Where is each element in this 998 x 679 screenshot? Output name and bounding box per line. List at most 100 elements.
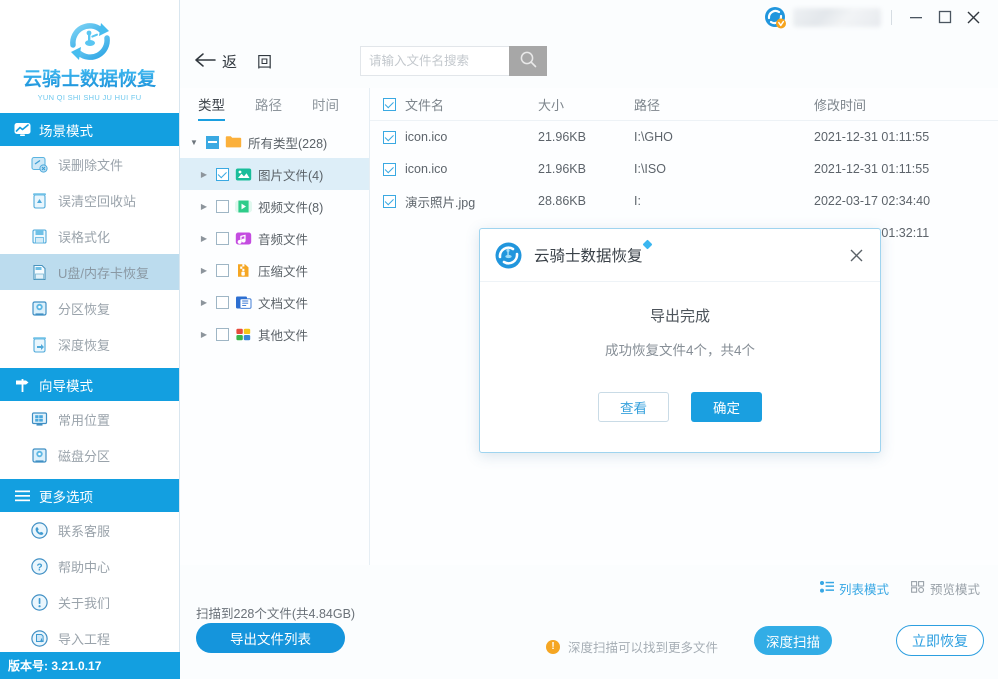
chevron-right-icon[interactable]: ▶ (198, 234, 210, 243)
file-size-cell: 21.96KB (538, 130, 586, 144)
view-mode-switch: 列表模式 预览模式 (819, 579, 980, 598)
column-header-size: 大小 (538, 97, 565, 113)
section-header-more-options[interactable]: 更多选项 (0, 479, 179, 512)
select-all-checkbox[interactable] (383, 97, 396, 111)
sidebar-item-label: 导入工程 (58, 631, 111, 647)
sidebar-item-label: U盘/内存卡恢复 (58, 265, 150, 281)
sidebar-item-partition[interactable]: 分区恢复 (0, 290, 179, 326)
tree-checkbox[interactable] (216, 263, 229, 277)
tree-checkbox[interactable] (206, 135, 219, 149)
list-mode-button[interactable]: 列表模式 (819, 579, 889, 598)
table-row[interactable]: icon.ico 21.96KB I:\GHO 2021-12-31 01:11… (370, 121, 998, 153)
toolbar: 返 回 (180, 34, 998, 88)
recover-now-button[interactable]: 立即恢复 (896, 625, 984, 656)
bottom-bar: 列表模式 预览模式 扫描到228个文件(共4.84GB) 导出文件列表 ! 深度… (180, 565, 998, 679)
chevron-right-icon[interactable]: ▶ (198, 170, 210, 179)
svg-text:?: ? (36, 562, 42, 573)
search-input[interactable] (360, 46, 510, 76)
sidebar-item-label: 深度恢复 (58, 337, 111, 353)
dialog-accent-diamond-icon (642, 239, 652, 250)
section-header-scene-mode[interactable]: 场景模式 (0, 113, 179, 146)
chevron-right-icon[interactable]: ▶ (198, 202, 210, 211)
image-icon (235, 166, 252, 183)
sidebar-item-empty-recycle[interactable]: 误清空回收站 (0, 182, 179, 218)
chevron-down-icon[interactable]: ▼ (188, 138, 200, 147)
sidebar-item-deep-recover[interactable]: 深度恢复 (0, 326, 179, 362)
sidebar-item-deleted-files[interactable]: 误删除文件 (0, 146, 179, 182)
sidebar-item-label: 误格式化 (58, 229, 111, 245)
harddisk-icon (30, 446, 49, 465)
sidebar-item-help-center[interactable]: ? 帮助中心 (0, 548, 179, 584)
preview-mode-button[interactable]: 预览模式 (911, 579, 980, 598)
sidebar-item-about-us[interactable]: 关于我们 (0, 584, 179, 620)
user-avatar-icon[interactable] (764, 6, 787, 29)
table-row[interactable]: icon.ico 21.96KB I:\ISO 2021-12-31 01:11… (370, 153, 998, 185)
export-file-list-button[interactable]: 导出文件列表 (196, 623, 345, 653)
tab-time[interactable]: 时间 (312, 94, 339, 121)
dialog-confirm-button[interactable]: 确定 (691, 391, 762, 422)
close-button[interactable] (959, 3, 988, 31)
tree-checkbox[interactable] (216, 231, 229, 245)
tree-checkbox[interactable] (216, 167, 229, 181)
recycle-bin-icon (30, 191, 49, 210)
tree-row-videos[interactable]: ▶ 视频文件(8) (180, 190, 369, 222)
dialog-view-button[interactable]: 查看 (598, 391, 669, 422)
column-header-name: 文件名 (370, 95, 538, 114)
back-button[interactable]: 返 回 (188, 47, 278, 76)
chevron-right-icon[interactable]: ▶ (198, 298, 210, 307)
section-header-wizard-mode[interactable]: 向导模式 (0, 368, 179, 401)
chevron-right-icon[interactable]: ▶ (198, 266, 210, 275)
sidebar-item-label: 联系客服 (58, 523, 111, 539)
tree-row-images[interactable]: ▶ 图片文件(4) (180, 158, 369, 190)
tree-row-audio[interactable]: ▶ 音频文件 (180, 222, 369, 254)
sidebar-item-label: 分区恢复 (58, 301, 111, 317)
search-button[interactable] (509, 46, 548, 76)
tree-checkbox[interactable] (216, 295, 229, 309)
row-checkbox[interactable] (383, 194, 396, 208)
table-row[interactable]: 演示照片.jpg 28.86KB I: 2022-03-17 02:34:40 (370, 185, 998, 217)
tree-tabs: 类型 路径 时间 (180, 88, 369, 121)
search-icon (519, 50, 538, 72)
other-icon (235, 326, 252, 343)
dialog-message: 导出完成 (649, 308, 710, 325)
deep-recover-icon (30, 335, 49, 354)
sidebar-item-common-locations[interactable]: 常用位置 (0, 401, 179, 437)
tree-row-label: 压缩文件 (258, 264, 309, 279)
maximize-button[interactable] (930, 3, 959, 31)
tab-path[interactable]: 路径 (255, 94, 282, 121)
dialog-close-button[interactable] (846, 245, 866, 265)
minimize-button[interactable] (901, 3, 930, 31)
dialog-title-text: 云骑士数据恢复 (534, 248, 643, 265)
row-checkbox[interactable] (383, 130, 396, 144)
tree-row-label: 音频文件 (258, 232, 309, 247)
file-size-cell: 28.86KB (538, 194, 586, 208)
tree-row-others[interactable]: ▶ 其他文件 (180, 318, 369, 350)
recovery-cycle-logo-icon (61, 15, 119, 67)
back-label-2: 回 (257, 53, 273, 71)
grid-view-icon (911, 581, 925, 596)
app-logo: 云骑士数据恢复 YUN QI SHI SHU JU HUI FU (0, 0, 179, 113)
section-label: 向导模式 (39, 378, 93, 394)
windows-icon (30, 410, 49, 429)
tab-type[interactable]: 类型 (198, 94, 225, 121)
column-header-time: 修改时间 (814, 97, 867, 113)
tree-checkbox[interactable] (216, 199, 229, 213)
sidebar-item-format[interactable]: 误格式化 (0, 218, 179, 254)
tree-checkbox[interactable] (216, 327, 229, 341)
dialog-header: 云骑士数据恢复 (480, 229, 880, 282)
list-mode-label: 列表模式 (838, 583, 889, 597)
tree-row-documents[interactable]: ▶ 文档文件 (180, 286, 369, 318)
sidebar-item-contact-support[interactable]: 联系客服 (0, 512, 179, 548)
row-checkbox[interactable] (383, 162, 396, 176)
tree-row-all-types[interactable]: ▼ 所有类型(228) (180, 126, 369, 158)
deep-scan-button[interactable]: 深度扫描 (754, 626, 832, 655)
search-bar (360, 46, 548, 76)
sidebar-item-usb-sdcard[interactable]: U盘/内存卡恢复 (0, 254, 179, 290)
question-icon: ? (30, 557, 49, 576)
sidebar-item-disk-partition[interactable]: 磁盘分区 (0, 437, 179, 473)
tree-row-archives[interactable]: ▶ 压缩文件 (180, 254, 369, 286)
sidebar-item-import-project[interactable]: 导入工程 (0, 620, 179, 656)
chevron-right-icon[interactable]: ▶ (198, 330, 210, 339)
file-time-cell: 2021-12-31 01:11:55 (814, 162, 930, 176)
dialog-title: 云骑士数据恢复 (534, 239, 652, 266)
